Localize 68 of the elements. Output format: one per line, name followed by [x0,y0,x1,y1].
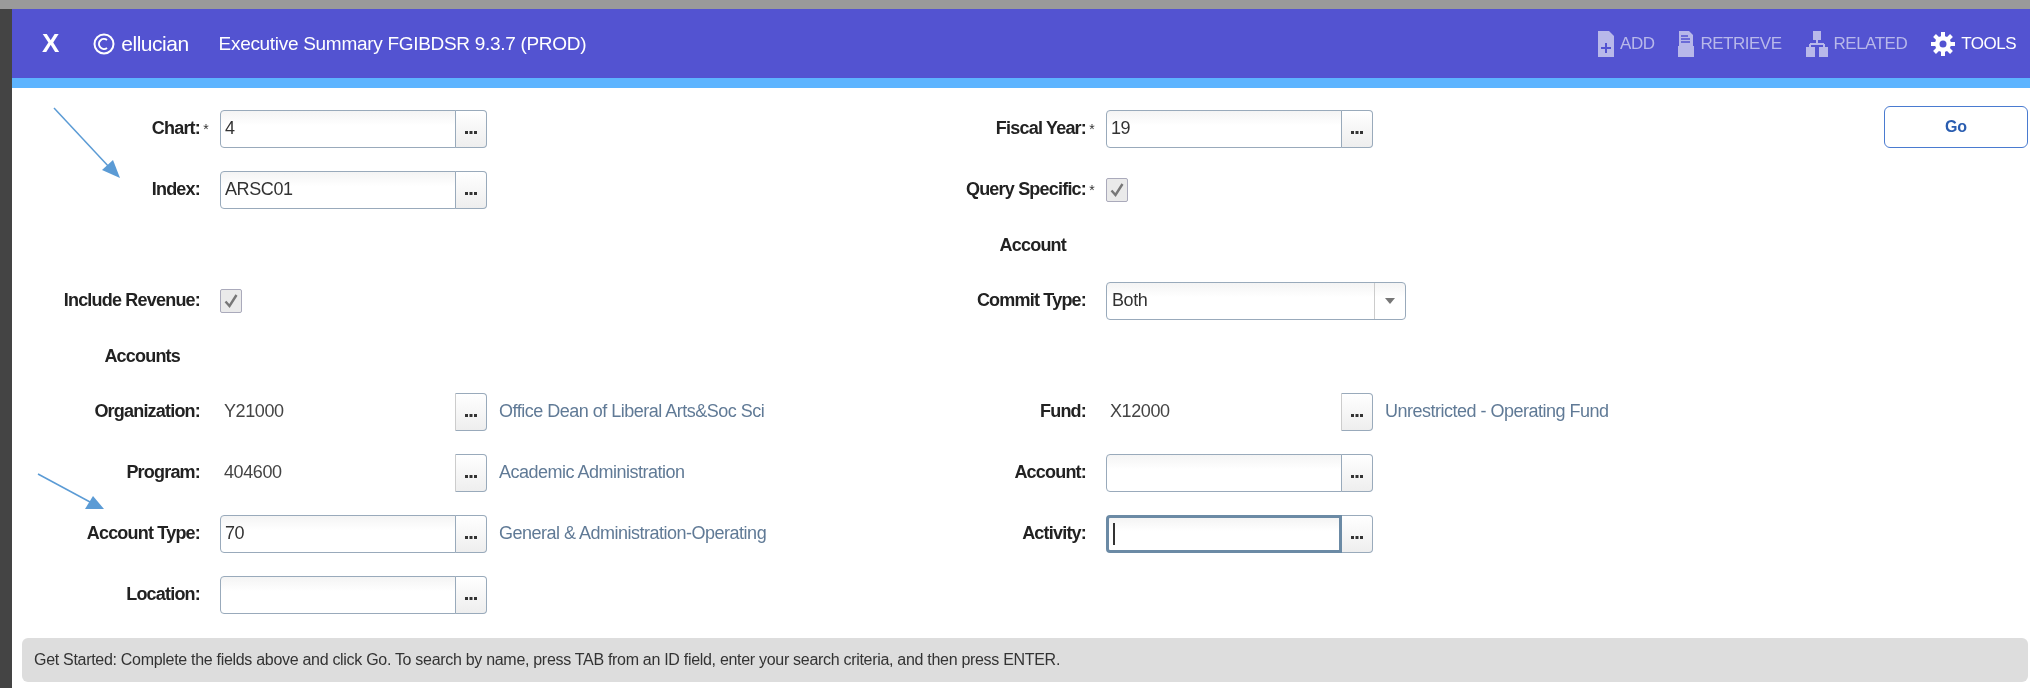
input-field[interactable]: 4 [220,109,456,148]
field-description: Academic Administration [499,462,685,483]
input-field[interactable]: 70 [220,514,456,553]
input-field[interactable]: ARSC01 [220,170,456,209]
field-label: Fund: [1040,401,1086,421]
annotation-arrow [36,472,106,512]
lookup-button[interactable] [1341,109,1373,148]
input-field[interactable] [220,575,456,614]
field-label: Chart: [151,118,200,138]
dropdown[interactable]: Both [1106,281,1406,320]
input-field[interactable] [1106,453,1342,492]
field-value: Y21000 [223,401,285,422]
field-label: Location: [126,584,200,604]
ellipsis-icon [465,474,477,479]
field-label: Commit Type: [976,290,1086,310]
close-button[interactable]: X [36,28,66,59]
lookup-button[interactable] [455,109,487,148]
logo-text: ellucian [121,31,189,56]
field-label: Accounts [104,345,180,366]
ellipsis-icon [465,130,477,135]
field-label: Program: [126,462,200,482]
lookup-button[interactable] [1341,453,1373,492]
hierarchy-icon [1805,30,1828,57]
page-title: Executive Summary FGIBDSR 9.3.7 (PROD) [218,32,587,55]
ellipsis-icon [1351,474,1363,479]
lookup-button[interactable] [455,514,487,553]
field-label: Fiscal Year: [995,118,1086,138]
field-label: Include Revenue: [63,290,200,310]
logo-icon [93,32,116,55]
field-description: General & Administration-Operating [499,523,767,544]
caret-icon [1385,297,1395,304]
lookup-button[interactable] [455,392,487,431]
field-value: 404600 [223,462,283,483]
document-icon [1678,30,1695,57]
ellipsis-icon [465,191,477,196]
field-label: Index: [151,179,200,199]
input-field[interactable]: 19 [1106,109,1342,148]
field-description: Unrestricted - Operating Fund [1385,401,1609,422]
input-field[interactable] [1106,514,1342,553]
ellipsis-icon [465,413,477,418]
ellipsis-icon [1351,535,1363,540]
document-plus-icon [1598,30,1615,57]
lookup-button[interactable] [1341,514,1373,553]
go-button[interactable]: Go [1884,105,2028,148]
required-mark: * [1089,181,1095,198]
text-cursor [1113,522,1115,545]
required-mark: * [203,120,209,137]
field-label: Activity: [1022,523,1086,543]
field-label: Account: [1014,462,1086,482]
lookup-button[interactable] [455,575,487,614]
field-label: Account Type: [86,523,200,543]
field-label: Account [999,234,1066,255]
checkbox[interactable] [1106,177,1128,202]
toolbar-button[interactable]: TOOLS [1931,31,2016,56]
field-description: Office Dean of Liberal Arts&Soc Sci [499,401,765,422]
field-value: X12000 [1109,401,1171,422]
status-bar: Get Started: Complete the fields above and click Go. To search by name, press TAB from an ID field, enter your search criteria, and then press ENTER. [22,638,2028,682]
lookup-button[interactable] [455,170,487,209]
lookup-button[interactable] [1341,392,1373,431]
checkbox[interactable] [220,288,242,313]
required-mark: * [1089,120,1095,137]
field-label: Organization: [94,401,200,421]
field-label: Query Specific: [965,179,1086,199]
ellipsis-icon [1351,130,1363,135]
ellipsis-icon [465,596,477,601]
ellipsis-icon [465,535,477,540]
ellipsis-icon [1351,413,1363,418]
lookup-button[interactable] [455,453,487,492]
